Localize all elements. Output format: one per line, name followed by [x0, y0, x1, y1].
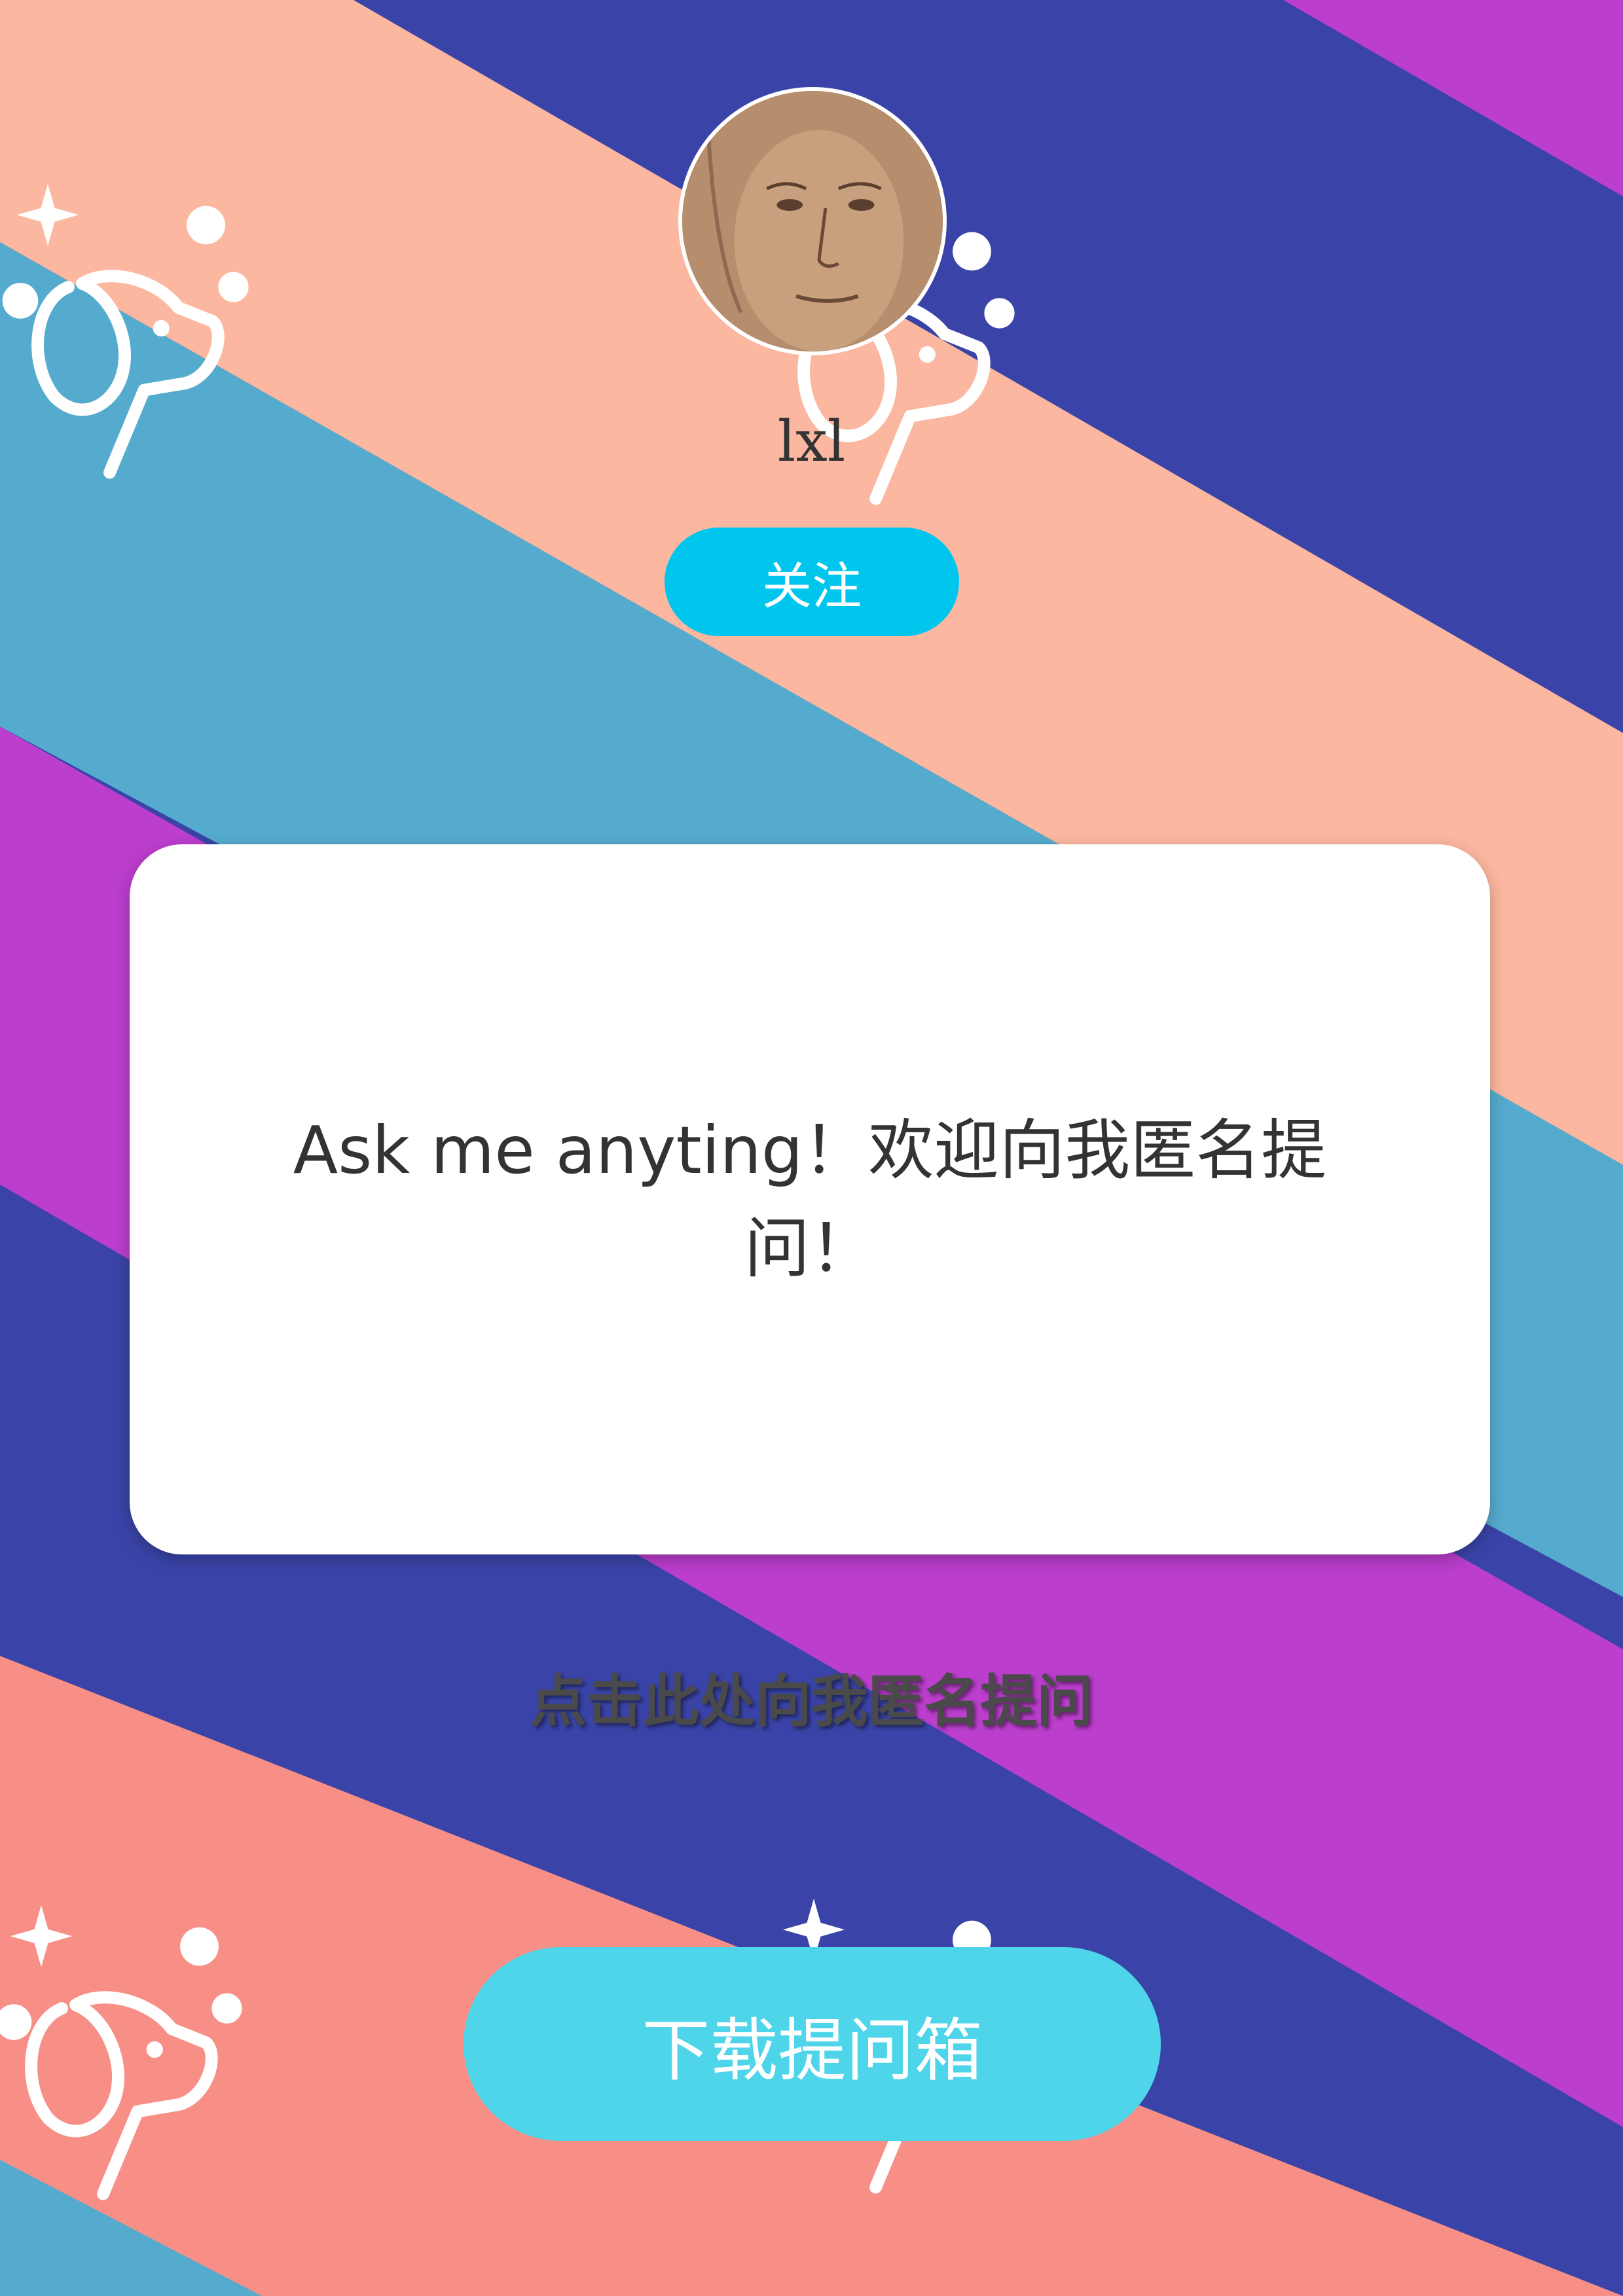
intro-message: Ask me anyting！欢迎向我匿名提问！ — [293, 1111, 1327, 1287]
download-button[interactable]: 下载提问箱 — [464, 1947, 1161, 2141]
username: lxl — [777, 409, 846, 475]
follow-button[interactable]: 关注 — [665, 528, 959, 636]
avatar-portrait — [682, 91, 943, 351]
page: lxl 关注 Ask me anyting！欢迎向我匿名提问！ 点击此处向我匿名… — [0, 0, 1623, 2296]
ask-anonymous-link[interactable]: 点击此处向我匿名提问 — [0, 1666, 1623, 1738]
intro-card: Ask me anyting！欢迎向我匿名提问！ — [130, 844, 1490, 1554]
avatar[interactable] — [678, 87, 947, 355]
